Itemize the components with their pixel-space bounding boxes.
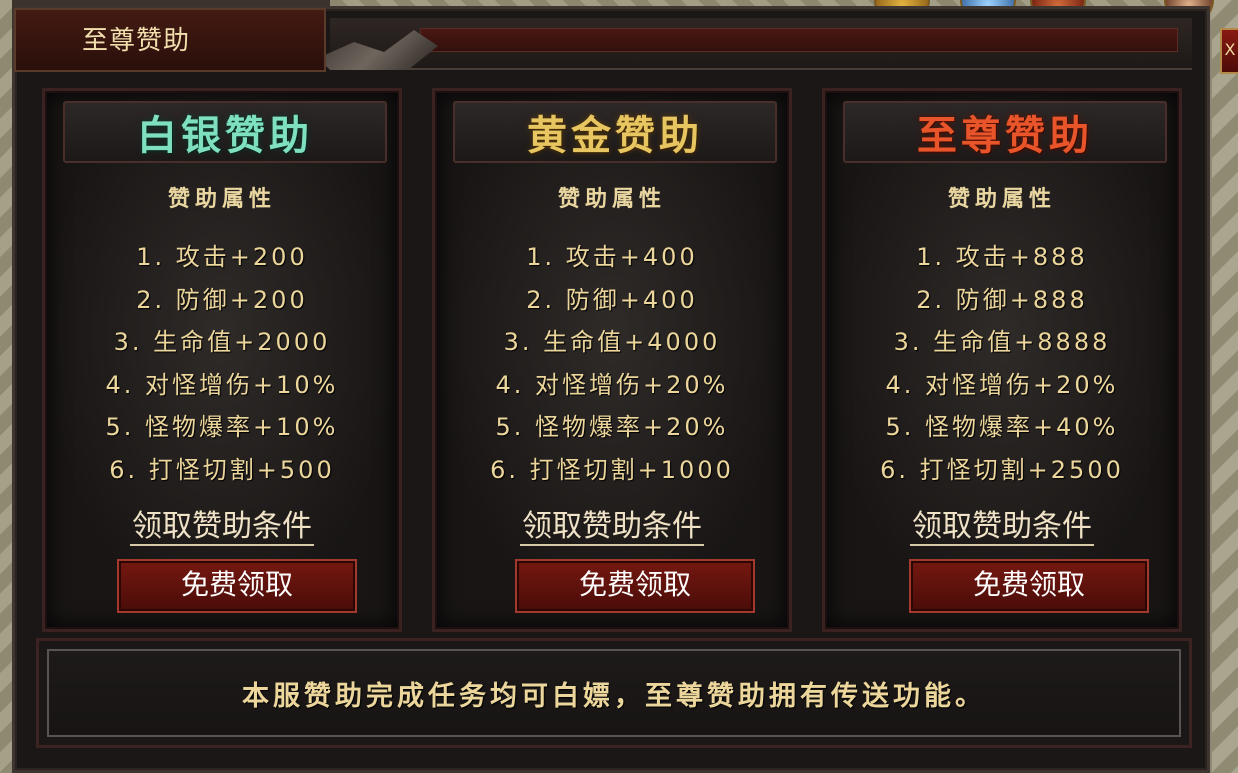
tier-header: 白银赞助	[63, 101, 387, 163]
attr-list: 1. 攻击+888 2. 防御+888 3. 生命值+8888 4. 对怪增伤+…	[825, 236, 1179, 491]
tier-card-gold: 黄金赞助 赞助属性 1. 攻击+400 2. 防御+400 3. 生命值+400…	[432, 88, 792, 632]
attr-item: 1. 攻击+888	[916, 243, 1088, 271]
attr-item: 1. 攻击+400	[526, 243, 698, 271]
condition-link-row: 领取赞助条件	[435, 501, 789, 546]
free-claim-button[interactable]: 免费领取	[515, 559, 755, 613]
claim-condition-link[interactable]: 领取赞助条件	[910, 509, 1094, 546]
attr-item: 4. 对怪增伤+20%	[495, 370, 729, 399]
tier-card-silver: 白银赞助 赞助属性 1. 攻击+200 2. 防御+200 3. 生命值+200…	[42, 88, 402, 632]
tier-title: 至尊赞助	[917, 112, 1093, 159]
attr-item: 6. 打怪切割+2500	[880, 455, 1124, 484]
attr-heading: 赞助属性	[557, 187, 666, 212]
attr-item: 5. 怪物爆率+10%	[105, 413, 339, 441]
notice-text: 本服赞助完成任务均可白嫖，至尊赞助拥有传送功能。	[242, 680, 986, 712]
notice-panel: 本服赞助完成任务均可白嫖，至尊赞助拥有传送功能。	[36, 638, 1192, 748]
attr-heading: 赞助属性	[947, 187, 1056, 212]
tier-header: 至尊赞助	[843, 101, 1167, 163]
claim-condition-link[interactable]: 领取赞助条件	[130, 509, 314, 546]
attr-item: 5. 怪物爆率+40%	[885, 413, 1119, 441]
attr-item: 2. 防御+200	[136, 285, 308, 314]
tier-header: 黄金赞助	[453, 101, 777, 163]
condition-link-row: 领取赞助条件	[825, 501, 1179, 546]
attr-heading: 赞助属性	[167, 187, 276, 212]
attr-item: 4. 对怪增伤+20%	[885, 370, 1119, 399]
attr-item: 2. 防御+888	[916, 285, 1088, 314]
free-claim-button[interactable]: 免费领取	[117, 559, 357, 613]
background-map-right	[1212, 0, 1238, 773]
free-claim-button[interactable]: 免费领取	[909, 559, 1149, 613]
attr-item: 5. 怪物爆率+20%	[495, 413, 729, 441]
attr-item: 6. 打怪切割+500	[109, 455, 335, 484]
tier-title: 黄金赞助	[527, 112, 703, 159]
tier-title: 白银赞助	[137, 112, 313, 159]
attr-item: 1. 攻击+200	[136, 243, 308, 271]
attr-item: 3. 生命值+2000	[113, 328, 331, 356]
claim-condition-link[interactable]: 领取赞助条件	[520, 509, 704, 546]
attr-item: 3. 生命值+4000	[503, 328, 721, 356]
attr-item: 4. 对怪增伤+10%	[105, 370, 339, 399]
window-title: 至尊赞助	[82, 26, 191, 56]
attr-list: 1. 攻击+200 2. 防御+200 3. 生命值+2000 4. 对怪增伤+…	[45, 236, 399, 491]
window-header-decoration	[420, 28, 1178, 52]
attr-item: 6. 打怪切割+1000	[490, 455, 734, 484]
attr-item: 2. 防御+400	[526, 285, 698, 314]
attr-list: 1. 攻击+400 2. 防御+400 3. 生命值+4000 4. 对怪增伤+…	[435, 236, 789, 491]
close-button[interactable]: X	[1220, 28, 1238, 74]
close-icon: X	[1224, 40, 1236, 59]
background-map-left	[0, 0, 12, 773]
condition-link-row: 领取赞助条件	[45, 501, 399, 546]
notice-inner: 本服赞助完成任务均可白嫖，至尊赞助拥有传送功能。	[47, 649, 1181, 737]
attr-item: 3. 生命值+8888	[893, 328, 1111, 356]
tier-card-supreme: 至尊赞助 赞助属性 1. 攻击+888 2. 防御+888 3. 生命值+888…	[822, 88, 1182, 632]
